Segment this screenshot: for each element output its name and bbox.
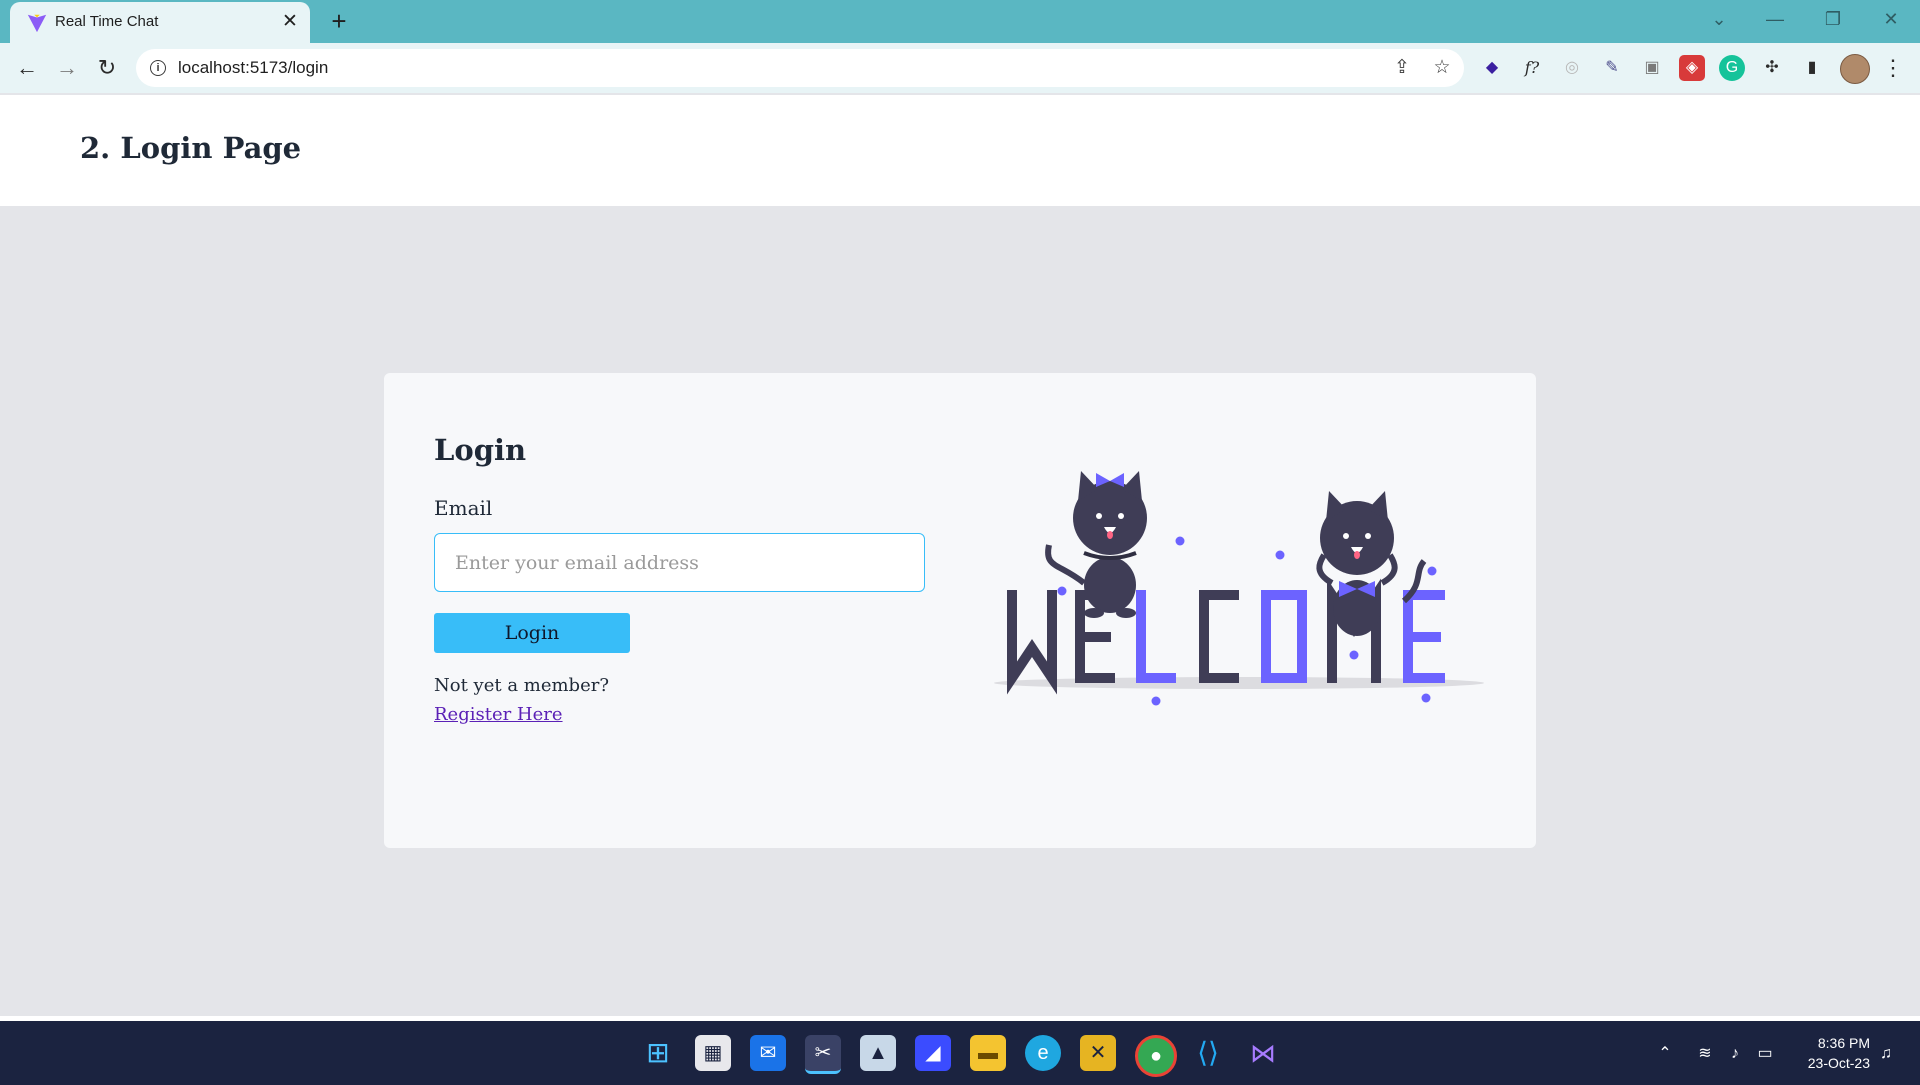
extension-eyedropper-icon[interactable]: ✎	[1599, 55, 1625, 81]
extensions-puzzle-icon[interactable]: ✣	[1759, 55, 1785, 81]
login-button[interactable]: Login	[434, 613, 630, 653]
register-link[interactable]: Register Here	[434, 704, 563, 725]
cat-left	[1045, 471, 1147, 618]
extension-function-icon[interactable]: f?	[1519, 55, 1545, 81]
letter-l	[1136, 590, 1176, 683]
extension-red-icon[interactable]: ◈	[1679, 55, 1705, 81]
login-card: Login Email Login Not yet a member? Regi…	[384, 373, 1536, 848]
side-panel-icon[interactable]: ▮	[1799, 55, 1825, 81]
login-title: Login	[434, 433, 527, 467]
reload-icon[interactable]: ↻	[92, 53, 122, 83]
restore-icon[interactable]: ❐	[1818, 6, 1848, 32]
file-explorer-icon[interactable]: ▬	[970, 1035, 1006, 1071]
site-info-icon[interactable]: i	[150, 60, 166, 76]
visual-studio-icon[interactable]: ⋈	[1245, 1035, 1281, 1071]
browser-tab[interactable]: Real Time Chat ✕	[10, 2, 310, 43]
browser-tab-strip: Real Time Chat ✕ + ⌄ — ❐ ✕	[0, 0, 1920, 43]
extension-grammarly-icon[interactable]: G	[1719, 55, 1745, 81]
notification-bell-icon[interactable]: ♫	[1873, 1041, 1899, 1067]
close-window-icon[interactable]: ✕	[1876, 6, 1906, 32]
vite-logo-icon	[27, 14, 47, 33]
browser-menu-icon[interactable]: ⋮	[1880, 55, 1906, 81]
volume-icon[interactable]: ♪	[1722, 1041, 1748, 1067]
letter-w	[1007, 590, 1057, 695]
store-icon[interactable]: ▦	[695, 1035, 731, 1071]
share-icon[interactable]: ⇪	[1390, 56, 1414, 80]
clock-date[interactable]: 23-Oct-23	[1780, 1055, 1870, 1071]
address-bar[interactable]: i localhost:5173/login ⇪ ☆	[136, 49, 1464, 87]
app-blue-icon[interactable]: ◢	[915, 1035, 951, 1071]
bookmark-star-icon[interactable]: ☆	[1430, 56, 1454, 80]
minimize-icon[interactable]: —	[1760, 6, 1790, 32]
clock-time[interactable]: 8:36 PM	[1790, 1035, 1870, 1051]
edge-icon[interactable]: e	[1025, 1035, 1061, 1071]
url-text[interactable]: localhost:5173/login	[178, 58, 328, 78]
back-icon[interactable]: ←	[12, 53, 42, 83]
page-title: 2. Login Page	[80, 131, 302, 165]
chrome-icon[interactable]: ●	[1135, 1035, 1177, 1077]
page-header: 2. Login Page	[0, 95, 1920, 206]
extension-camera-icon[interactable]: ▣	[1639, 55, 1665, 81]
welcome-cats-illustration	[994, 471, 1484, 706]
not-member-text: Not yet a member?	[434, 675, 609, 696]
windows-start-icon[interactable]: ⊞	[640, 1035, 676, 1071]
mail-icon[interactable]: ✉	[750, 1035, 786, 1071]
app-yellow-icon[interactable]: ✕	[1080, 1035, 1116, 1071]
extension-compass-icon[interactable]: ◎	[1559, 55, 1585, 81]
forward-icon[interactable]: →	[52, 53, 82, 83]
windows-taskbar: ⊞ ▦ ✉ ✂ ▲ ◢ ▬ e ✕ ● ⟨⟩ ⋈ ⌃ ≋ ♪ ▭ 8:36 PM…	[0, 1016, 1920, 1085]
battery-icon[interactable]: ▭	[1752, 1041, 1778, 1067]
snipping-tool-icon[interactable]: ✂	[805, 1035, 841, 1074]
tab-close-icon[interactable]: ✕	[278, 10, 302, 34]
email-label: Email	[434, 496, 493, 520]
letter-o	[1261, 590, 1307, 683]
tab-title: Real Time Chat	[55, 13, 159, 30]
tray-expand-icon[interactable]: ⌃	[1652, 1041, 1678, 1067]
new-tab-button[interactable]: +	[325, 8, 353, 36]
profile-avatar[interactable]	[1840, 54, 1870, 84]
wifi-icon[interactable]: ≋	[1692, 1041, 1718, 1067]
browser-toolbar: ← → ↻ i localhost:5173/login ⇪ ☆ ◆ f? ◎ …	[0, 43, 1920, 93]
extension-layers-icon[interactable]: ◆	[1479, 55, 1505, 81]
letter-e2	[1403, 590, 1445, 683]
photos-icon[interactable]: ▲	[860, 1035, 896, 1071]
email-field[interactable]	[434, 533, 925, 592]
vscode-icon[interactable]: ⟨⟩	[1190, 1035, 1226, 1071]
tab-search-icon[interactable]: ⌄	[1704, 6, 1734, 32]
letter-c	[1199, 590, 1239, 683]
